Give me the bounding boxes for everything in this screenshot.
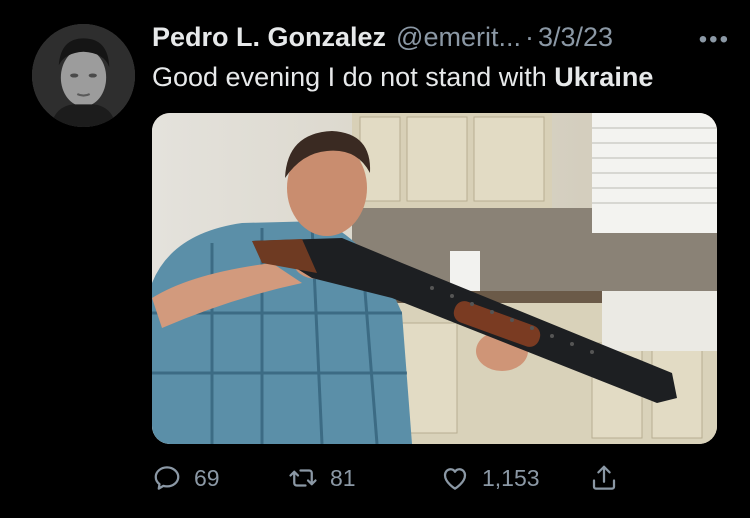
like-button[interactable]: 1,153 bbox=[440, 458, 540, 498]
separator-dot: · bbox=[524, 22, 534, 52]
retweet-icon bbox=[289, 469, 317, 487]
user-handle[interactable]: @emerit... bbox=[396, 22, 521, 53]
share-icon bbox=[592, 465, 616, 490]
tweet-date[interactable]: 3/3/23 bbox=[538, 22, 613, 53]
reply-button[interactable]: 69 bbox=[152, 458, 220, 498]
tweet-header: Pedro L. Gonzalez @emerit... · 3/3/23 ••… bbox=[152, 22, 730, 58]
more-horizontal-icon[interactable]: ••• bbox=[699, 26, 730, 54]
retweet-count: 81 bbox=[330, 464, 356, 491]
display-name[interactable]: Pedro L. Gonzalez bbox=[152, 22, 386, 53]
reply-count: 69 bbox=[194, 464, 220, 491]
reply-icon bbox=[154, 466, 180, 490]
tweet-text-bold: Ukraine bbox=[554, 62, 654, 92]
tweet-actions: 69 81 1,153 bbox=[152, 458, 632, 498]
tweet-text: Good evening I do not stand with Ukraine bbox=[152, 62, 653, 93]
tweet-media[interactable] bbox=[152, 113, 717, 444]
tweet[interactable]: Pedro L. Gonzalez @emerit... · 3/3/23 ••… bbox=[0, 0, 750, 518]
share-button[interactable] bbox=[589, 458, 619, 498]
avatar[interactable] bbox=[32, 24, 135, 127]
media-photo bbox=[152, 113, 717, 444]
tweet-text-plain: Good evening I do not stand with bbox=[152, 62, 555, 92]
avatar-photo bbox=[32, 24, 135, 127]
like-count: 1,153 bbox=[482, 464, 540, 491]
retweet-button[interactable]: 81 bbox=[288, 458, 356, 498]
heart-icon bbox=[443, 468, 467, 490]
